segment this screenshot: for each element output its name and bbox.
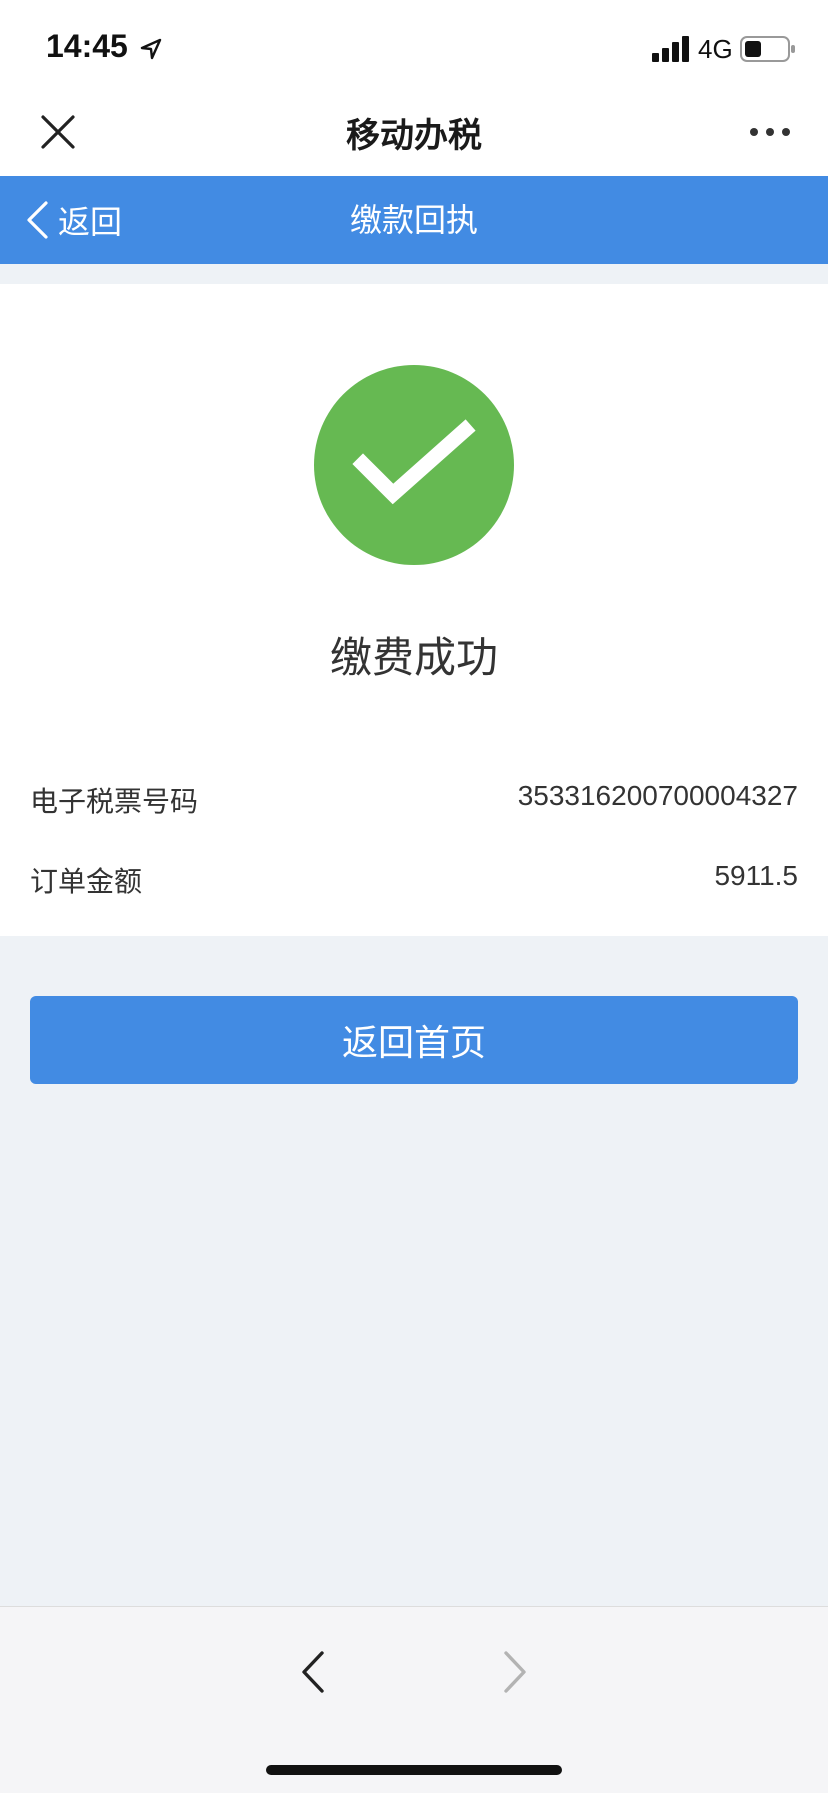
wechat-page-title: 移动办税 <box>346 116 482 156</box>
chevron-right-icon[interactable] <box>498 1649 532 1695</box>
chevron-left-icon[interactable] <box>296 1649 330 1695</box>
result-title: 缴费成功 <box>329 633 498 682</box>
status-bar: 14:45 4G <box>0 0 828 88</box>
result-card: 缴费成功 电子税票号码 353316200700004327 订单金额 5911… <box>0 284 828 936</box>
return-home-button[interactable]: 返回首页 <box>30 996 798 1084</box>
status-time: 14:45 <box>46 28 128 64</box>
home-indicator <box>266 1765 562 1775</box>
back-label: 返回 <box>58 203 123 241</box>
browser-bottom-bar <box>0 1606 828 1793</box>
signal-icon <box>652 36 689 62</box>
chevron-left-icon <box>27 201 48 239</box>
app-header: 返回 缴款回执 <box>0 176 828 264</box>
location-arrow-icon <box>140 38 162 60</box>
field-value: 5911.5 <box>714 860 798 891</box>
more-icon[interactable] <box>748 118 792 146</box>
info-row-tax-ticket: 电子税票号码 353316200700004327 <box>30 780 798 830</box>
field-label: 电子税票号码 <box>30 785 199 818</box>
field-value: 353316200700004327 <box>517 780 798 811</box>
page-title: 缴款回执 <box>349 201 478 239</box>
wechat-title-bar: 移动办税 <box>0 88 828 176</box>
battery-icon <box>740 36 795 62</box>
network-type: 4G <box>698 34 733 64</box>
back-button[interactable]: 返回 <box>24 176 122 264</box>
field-label: 订单金额 <box>30 865 143 898</box>
info-row-order-amount: 订单金额 5911.5 <box>30 860 798 910</box>
check-circle-icon <box>314 365 514 565</box>
